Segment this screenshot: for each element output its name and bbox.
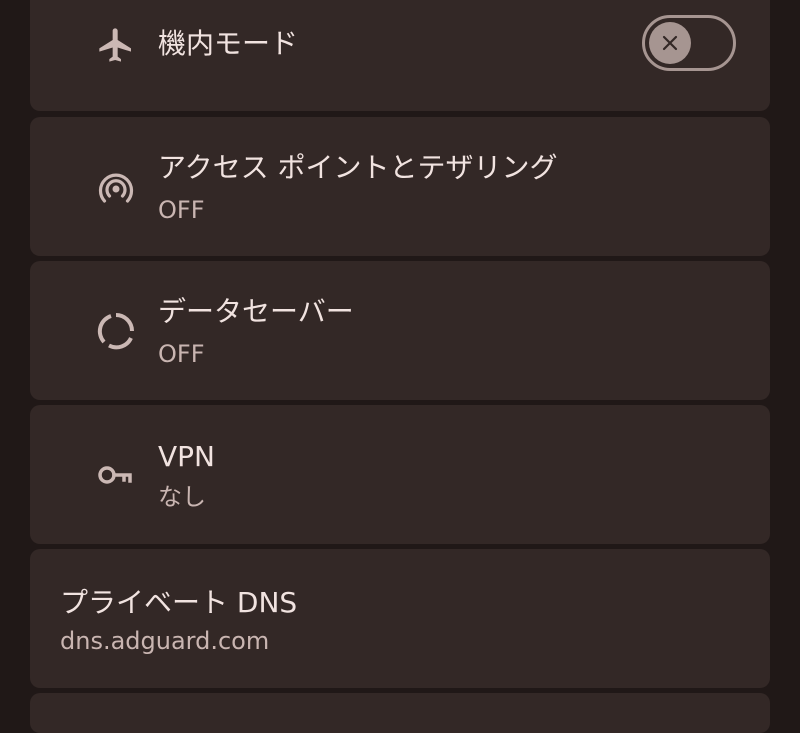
- data-saver-status: OFF: [158, 340, 205, 368]
- private-dns-title: プライベート DNS: [60, 586, 298, 619]
- airplane-icon: [96, 25, 136, 65]
- next-settings-item[interactable]: [30, 693, 770, 733]
- private-dns-value: dns.adguard.com: [60, 627, 270, 655]
- toggle-thumb: [649, 22, 691, 64]
- hotspot-item[interactable]: アクセス ポイントとテザリング OFF: [30, 117, 770, 256]
- airplane-mode-item[interactable]: 機内モード: [30, 0, 770, 111]
- airplane-mode-title: 機内モード: [158, 27, 299, 60]
- close-icon: [662, 35, 678, 51]
- hotspot-status: OFF: [158, 196, 205, 224]
- private-dns-item[interactable]: プライベート DNS dns.adguard.com: [30, 549, 770, 688]
- data-saver-title: データセーバー: [158, 295, 354, 328]
- data-saver-item[interactable]: データセーバー OFF: [30, 261, 770, 400]
- vpn-status: なし: [158, 483, 206, 511]
- key-icon: [96, 455, 136, 495]
- airplane-mode-toggle[interactable]: [642, 15, 736, 71]
- vpn-item[interactable]: VPN なし: [30, 405, 770, 544]
- hotspot-title: アクセス ポイントとテザリング: [158, 151, 558, 184]
- vpn-title: VPN: [158, 440, 215, 473]
- hotspot-icon: [96, 167, 136, 207]
- data-saver-icon: [96, 311, 136, 351]
